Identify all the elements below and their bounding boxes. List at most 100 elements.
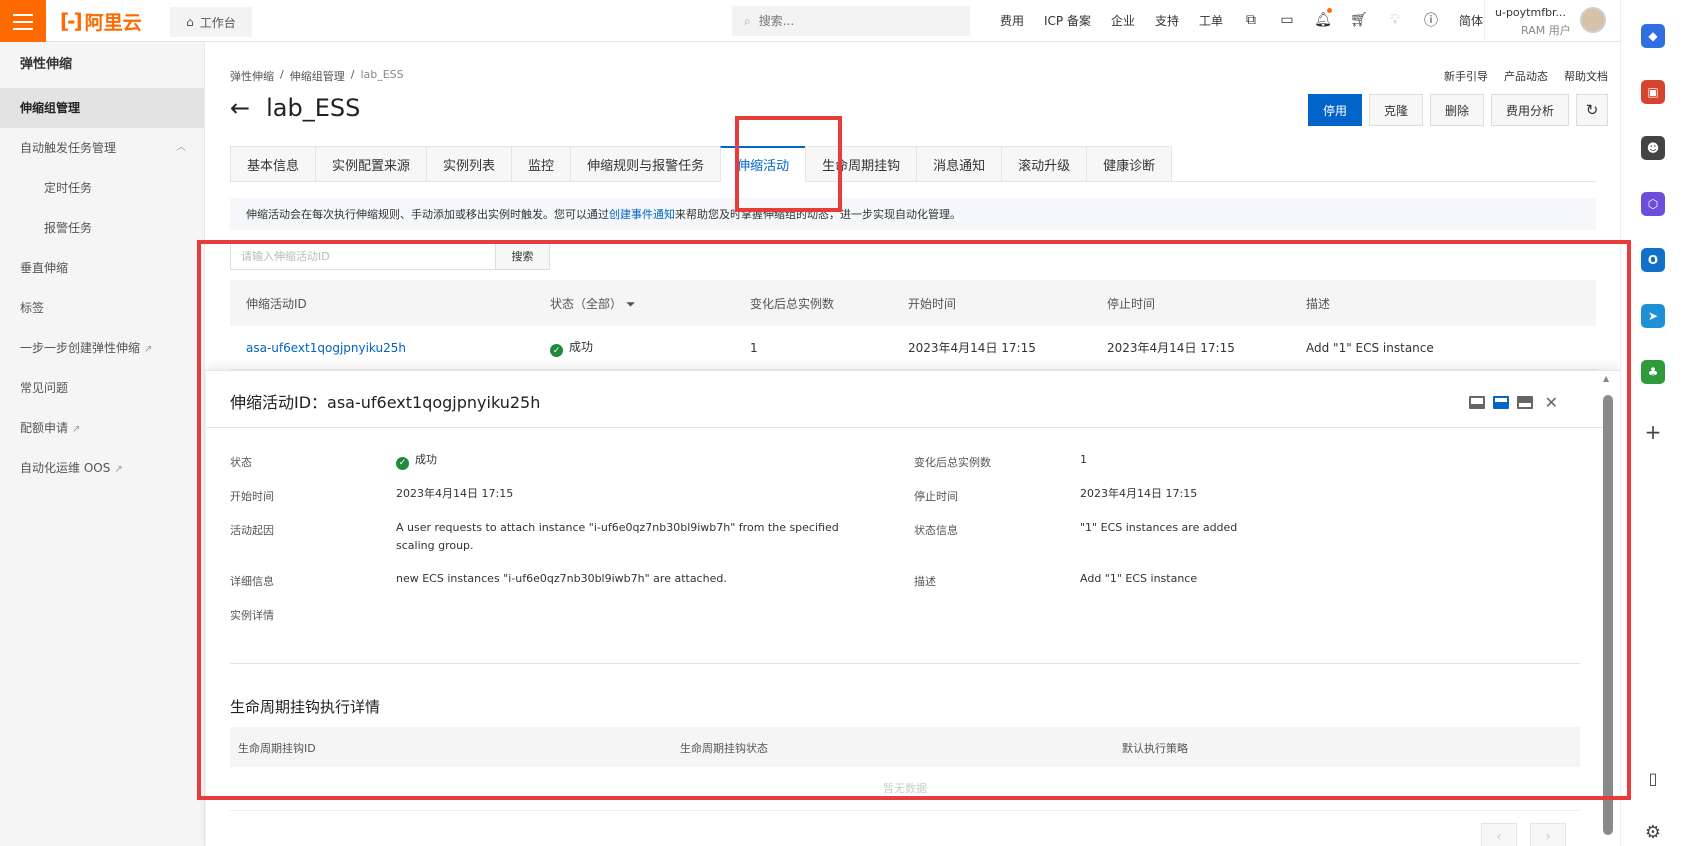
- create-event-notification-link[interactable]: 创建事件通知: [609, 206, 675, 222]
- tab-monitoring[interactable]: 监控: [511, 146, 571, 182]
- next-page-button[interactable]: ›: [1530, 823, 1566, 846]
- sidebar-item-tags[interactable]: 标签: [0, 288, 204, 328]
- table-row[interactable]: asa-uf6ext1qogjpnyiku25h ✓ 成功 1 2023年4月14…: [230, 326, 1596, 370]
- nav-billing[interactable]: 费用: [990, 12, 1034, 29]
- user-menu[interactable]: u-poytmfbr... RAM 用户: [1484, 0, 1614, 40]
- top-bar: [-] 阿里云 ⌂ 工作台 ⌕ 费用 ICP 备案 企业 支持 工单 ⧉ ▭ 🔔…: [0, 0, 1620, 44]
- tab-notifications[interactable]: 消息通知: [916, 146, 1002, 182]
- menu-icon[interactable]: [0, 0, 46, 44]
- prev-page-button[interactable]: ‹: [1481, 823, 1517, 846]
- tab-scaling-activities[interactable]: 伸缩活动: [720, 146, 806, 182]
- activity-id-link[interactable]: asa-uf6ext1qogjpnyiku25h: [246, 341, 406, 355]
- terminal-icon[interactable]: ▭: [1269, 0, 1305, 40]
- sidebar-item-vertical-scaling[interactable]: 垂直伸缩: [0, 248, 204, 288]
- start-label: 开始时间: [230, 490, 274, 503]
- sidebar-item-faq[interactable]: 常见问题: [0, 368, 204, 408]
- start-value: 2023年4月14日 17:15: [396, 487, 514, 500]
- help-icon[interactable]: ⓘ: [1413, 0, 1449, 40]
- close-icon[interactable]: ✕: [1545, 393, 1558, 412]
- scroll-up-arrow-icon[interactable]: ▲: [1603, 374, 1609, 383]
- panel-scrollbar[interactable]: [1603, 395, 1613, 835]
- clone-button[interactable]: 克隆: [1368, 94, 1423, 126]
- tab-health-diagnosis[interactable]: 健康诊断: [1086, 146, 1173, 182]
- sidebar-toggle-icon[interactable]: ▯: [1641, 766, 1665, 790]
- nav-support[interactable]: 支持: [1145, 12, 1189, 29]
- toolbox-icon[interactable]: ▣: [1641, 80, 1665, 104]
- column-header-hook-status: 生命周期挂钩状态: [680, 742, 768, 755]
- tab-instance-list[interactable]: 实例列表: [426, 146, 512, 182]
- column-header-stop: 停止时间: [1107, 296, 1156, 311]
- table-header: 伸缩活动ID 状态（全部） ⏷ 变化后总实例数 开始时间 停止时间 描述: [230, 280, 1596, 326]
- delete-button[interactable]: 删除: [1429, 94, 1484, 126]
- sidebar-item-alarm-tasks[interactable]: 报警任务: [0, 208, 204, 248]
- instance-details-label: 实例详情: [230, 609, 274, 622]
- outlook-icon[interactable]: O: [1641, 248, 1665, 272]
- send-icon[interactable]: ➤: [1641, 304, 1665, 328]
- external-link-icon: ↗: [144, 344, 153, 355]
- column-header-default-policy: 默认执行策略: [1122, 742, 1188, 755]
- link-guide[interactable]: 新手引导: [1444, 68, 1488, 84]
- description-value: Add "1" ECS instance: [1080, 572, 1198, 585]
- sidebar-item-label: 配额申请: [20, 421, 69, 435]
- logo-mark-icon: [-]: [60, 9, 83, 33]
- stop-time-cell: 2023年4月14日 17:15: [1107, 341, 1235, 355]
- nav-ticket[interactable]: 工单: [1189, 12, 1233, 29]
- tag-icon[interactable]: ◆: [1641, 24, 1665, 48]
- search-icon: ⌕: [744, 13, 751, 28]
- workbench-button[interactable]: ⌂ 工作台: [170, 7, 252, 37]
- cause-value: A user requests to attach instance "i-uf…: [396, 521, 839, 552]
- notice-text: 伸缩活动会在每次执行伸缩规则、手动添加或移出实例时触发。您可以通过: [246, 208, 609, 221]
- bell-icon[interactable]: 🔔︎: [1305, 0, 1341, 40]
- sidebar-item-oos[interactable]: 自动化运维 OOS ↗: [0, 448, 204, 488]
- disable-button[interactable]: 停用: [1307, 94, 1362, 126]
- description-cell: Add "1" ECS instance: [1306, 340, 1434, 355]
- people-icon[interactable]: ☻: [1641, 136, 1665, 160]
- sidebar-item-scheduled-tasks[interactable]: 定时任务: [0, 168, 204, 208]
- link-help-docs[interactable]: 帮助文档: [1564, 68, 1608, 84]
- add-icon[interactable]: +: [1641, 420, 1665, 444]
- column-header-status[interactable]: 状态（全部） ⏷: [550, 295, 635, 312]
- code-icon[interactable]: ⧉: [1233, 0, 1269, 40]
- info-notice: 伸缩活动会在每次执行伸缩规则、手动添加或移出实例时触发。您可以通过 创建事件通知来…: [230, 198, 1596, 230]
- sidebar-item-auto-tasks[interactable]: 自动触发任务管理 ︿: [0, 128, 204, 168]
- tab-rolling-update[interactable]: 滚动升级: [1001, 146, 1087, 182]
- dock-full-icon[interactable]: [1516, 396, 1533, 409]
- filter-icon[interactable]: ⏷: [626, 297, 636, 311]
- breadcrumb-item[interactable]: 伸缩组管理: [290, 68, 345, 84]
- copilot-icon[interactable]: ⬡: [1641, 192, 1665, 216]
- activity-id-input[interactable]: [230, 242, 496, 270]
- action-bar: 停用 克隆 删除 费用分析 ↻: [1307, 94, 1608, 126]
- breadcrumb-item[interactable]: 弹性伸缩: [230, 68, 274, 84]
- link-product-news[interactable]: 产品动态: [1504, 68, 1548, 84]
- global-search-input[interactable]: [758, 14, 939, 28]
- gear-icon[interactable]: ⚙: [1641, 820, 1665, 844]
- back-arrow-icon[interactable]: ←: [230, 94, 250, 122]
- cart-icon[interactable]: 🛒︎: [1341, 0, 1377, 40]
- column-header-desc: 描述: [1306, 296, 1331, 311]
- tree-icon[interactable]: ♣: [1641, 360, 1665, 384]
- dock-bottom-half-icon[interactable]: [1492, 396, 1509, 409]
- search-button[interactable]: 搜索: [496, 242, 550, 270]
- tab-basic-info[interactable]: 基本信息: [230, 146, 316, 182]
- total-cell: 1: [750, 340, 758, 355]
- dock-bottom-small-icon[interactable]: [1468, 396, 1485, 409]
- global-search[interactable]: ⌕: [732, 6, 970, 36]
- tab-rules-alarms[interactable]: 伸缩规则与报警任务: [570, 146, 721, 182]
- refresh-icon[interactable]: ↻: [1576, 94, 1608, 126]
- sidebar-item-label: 一步一步创建弹性伸缩: [20, 341, 141, 355]
- sidebar-item-quota[interactable]: 配额申请 ↗: [0, 408, 204, 448]
- sidebar-item-scaling-groups[interactable]: 伸缩组管理: [0, 88, 204, 128]
- sidebar-item-step-by-step[interactable]: 一步一步创建弹性伸缩 ↗: [0, 328, 204, 368]
- panel-title: 伸缩活动ID：asa-uf6ext1qogjpnyiku25h: [230, 393, 541, 412]
- avatar[interactable]: [1580, 7, 1606, 33]
- nav-icp[interactable]: ICP 备案: [1034, 12, 1101, 29]
- tab-instance-config[interactable]: 实例配置来源: [315, 146, 427, 182]
- start-time-cell: 2023年4月14日 17:15: [908, 341, 1036, 355]
- cost-analysis-button[interactable]: 费用分析: [1490, 94, 1569, 126]
- nav-enterprise[interactable]: 企业: [1101, 12, 1145, 29]
- tab-lifecycle-hooks[interactable]: 生命周期挂钩: [805, 146, 917, 182]
- user-role: RAM 用户: [1521, 24, 1571, 37]
- logo[interactable]: [-] 阿里云: [60, 8, 142, 34]
- lightbulb-icon[interactable]: 💡︎: [1377, 0, 1413, 40]
- status-info-label: 状态信息: [914, 524, 958, 537]
